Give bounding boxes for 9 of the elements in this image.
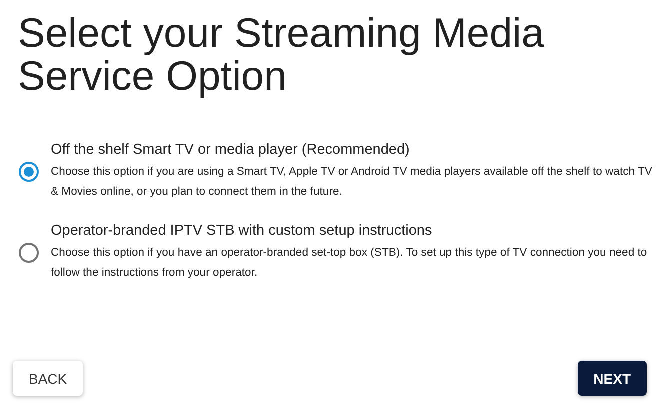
radio-button[interactable] bbox=[19, 242, 39, 262]
option-label: Off the shelf Smart TV or media player (Recommended) bbox=[51, 141, 411, 159]
option-label: Operator-branded IPTV STB with custom setup instructions bbox=[51, 222, 434, 240]
option-description: Choose this option if you have an operator-branded set-top box (STB). To set up this type of TV connection you need to follow the instructions from your operator. bbox=[51, 246, 648, 281]
next-button[interactable]: NEXT bbox=[578, 361, 647, 396]
option-description: Choose this option if you are using a Smart TV, Apple TV or Android TV media players available off the shelf to watch TV & Movies online, or you plan to connect them in the future. bbox=[51, 165, 654, 200]
page-title: Select your Streaming Media Service Option bbox=[18, 12, 546, 98]
radio-button[interactable] bbox=[19, 162, 39, 182]
back-button[interactable]: BACK bbox=[13, 361, 84, 396]
